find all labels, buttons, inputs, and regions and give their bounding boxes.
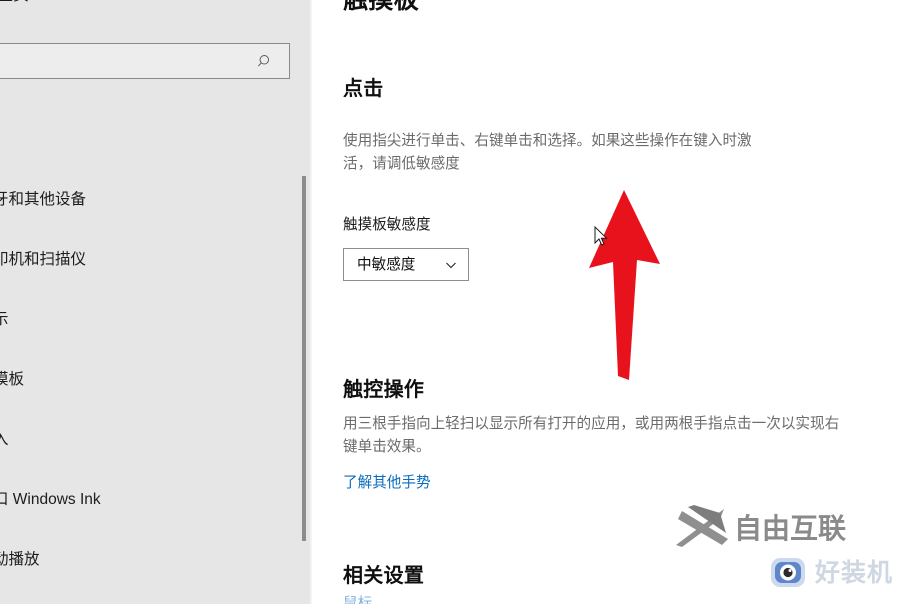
sidebar-item-pen-windows-ink[interactable]: 口 Windows Ink bbox=[0, 480, 101, 520]
sidebar-item-autoplay[interactable]: 动播放 bbox=[0, 540, 40, 580]
sidebar-item-display[interactable]: 示 bbox=[0, 300, 9, 340]
section-description-click: 使用指尖进行单击、右键单击和选择。如果这些操作在键入时激 活，请调低敏感度 bbox=[343, 133, 752, 172]
touchpad-sensitivity-dropdown[interactable]: 中敏感度 bbox=[343, 248, 469, 281]
sidebar-item-printers[interactable]: 印机和扫描仪 bbox=[0, 240, 86, 280]
search-input[interactable]: 设置 bbox=[0, 43, 290, 79]
settings-sidebar: 主页 设置 牙和其他设备 bbox=[0, 0, 312, 604]
sidebar-item-touchpad[interactable]: 摸板 bbox=[0, 360, 24, 400]
section-heading-related-settings: 相关设置 bbox=[343, 565, 425, 587]
related-settings-link[interactable]: 鼠标 bbox=[343, 593, 372, 604]
section-description-touch-gestures: 用三根手指向上轻扫以显示所有打开的应用，或用两根手指点击一次以实现右 键单击效果… bbox=[343, 416, 840, 455]
touchpad-sensitivity-value: 中敏感度 bbox=[357, 256, 416, 273]
sidebar-item-typing[interactable]: 入 bbox=[0, 420, 9, 460]
search-input-value: 设置 bbox=[0, 51, 257, 71]
sidebar-home-item[interactable]: 主页 bbox=[0, 0, 29, 6]
chevron-down-icon bbox=[446, 262, 456, 268]
settings-window: 主页 设置 牙和其他设备 bbox=[0, 0, 905, 604]
section-heading-touch-gestures: 触控操作 bbox=[343, 379, 425, 401]
sidebar-item-label: 动播放 bbox=[0, 551, 40, 568]
learn-more-gestures-link[interactable]: 了解其他手势 bbox=[343, 472, 431, 494]
sidebar-item-label: 印机和扫描仪 bbox=[0, 251, 87, 268]
sidebar-item-bluetooth[interactable]: 牙和其他设备 bbox=[0, 180, 86, 220]
section-heading-click: 点击 bbox=[343, 78, 384, 100]
sidebar-scrollbar-thumb[interactable] bbox=[302, 176, 306, 541]
sidebar-home-label: 主页 bbox=[0, 0, 29, 6]
page-title: 触摸板 bbox=[343, 0, 420, 14]
sidebar-item-label: 牙和其他设备 bbox=[0, 191, 87, 208]
sidebar-item-label: 摸板 bbox=[0, 371, 25, 388]
touchpad-sensitivity-label: 触摸板敏感度 bbox=[343, 217, 431, 233]
sidebar-item-label: 入 bbox=[0, 431, 9, 448]
sidebar-item-label: 口 Windows Ink bbox=[0, 491, 101, 508]
sidebar-item-label: 示 bbox=[0, 311, 9, 328]
settings-content-pane: 触摸板 点击 使用指尖进行单击、右键单击和选择。如果这些操作在键入时激 活，请调… bbox=[312, 0, 905, 604]
search-icon[interactable] bbox=[257, 53, 274, 70]
